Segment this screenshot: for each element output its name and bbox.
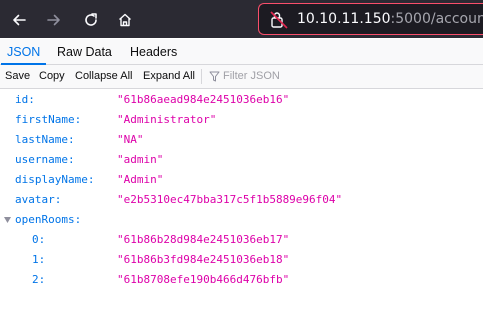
json-key: 0: [32, 233, 46, 246]
json-value: "e2b5310ec47bba317c5f1b5889e96f04" [117, 193, 343, 206]
json-key: 1: [32, 253, 46, 266]
json-row-openrooms-2[interactable]: 2: "61b8708efe190b466d476bfb" [0, 270, 483, 290]
json-key: avatar: [15, 193, 62, 206]
json-key: firstName: [15, 113, 82, 126]
url-host: 10.10.11.150 [297, 11, 391, 27]
json-key: displayName: [15, 173, 95, 186]
insecure-lock-icon [270, 11, 288, 29]
reload-button[interactable] [77, 6, 105, 34]
json-key: id: [15, 93, 35, 106]
url-bar[interactable]: 10.10.11.150:5000/account [258, 3, 483, 35]
collapse-all-button[interactable]: Collapse All [75, 65, 132, 88]
json-row-displayname[interactable]: displayName: "Admin" [0, 170, 483, 190]
json-tree: id: "61b86aead984e2451036eb16" firstName… [0, 89, 483, 318]
json-value: "61b86aead984e2451036eb16" [117, 93, 290, 106]
expand-toggle-icon[interactable] [4, 217, 11, 223]
tab-json[interactable]: JSON [0, 39, 47, 65]
json-key: username: [15, 153, 75, 166]
json-action-bar: Save Copy Collapse All Expand All Filter… [0, 65, 483, 89]
json-row-openrooms-0[interactable]: 0: "61b86b28d984e2451036eb17" [0, 230, 483, 250]
filter-icon [209, 71, 220, 82]
json-row-firstname[interactable]: firstName: "Administrator" [0, 110, 483, 130]
tab-raw-data[interactable]: Raw Data [57, 39, 112, 64]
json-row-username[interactable]: username: "admin" [0, 150, 483, 170]
json-row-id[interactable]: id: "61b86aead984e2451036eb16" [0, 90, 483, 110]
json-value: "61b8708efe190b466d476bfb" [117, 273, 290, 286]
json-key: 2: [32, 273, 46, 286]
back-arrow-icon [13, 14, 26, 26]
json-value: "admin" [117, 153, 164, 166]
json-value: "Admin" [117, 173, 164, 186]
forward-arrow-icon [47, 14, 60, 26]
json-value: "NA" [117, 133, 144, 146]
home-icon [119, 13, 131, 27]
json-value: "61b86b28d984e2451036eb17" [117, 233, 290, 246]
json-value: "61b86b3fd984e2451036eb18" [117, 253, 290, 266]
url-text: 10.10.11.150:5000/account [297, 11, 483, 27]
json-key: openRooms: [15, 213, 82, 226]
browser-toolbar: 10.10.11.150:5000/account [0, 0, 483, 38]
json-row-lastname[interactable]: lastName: "NA" [0, 130, 483, 150]
url-path: :5000/account [390, 11, 483, 27]
json-row-openrooms[interactable]: openRooms: [0, 210, 483, 230]
reload-icon [85, 13, 97, 26]
json-key: lastName: [15, 133, 75, 146]
json-value: "Administrator" [117, 113, 217, 126]
toolbar-divider [201, 69, 202, 84]
json-row-openrooms-1[interactable]: 1: "61b86b3fd984e2451036eb18" [0, 250, 483, 270]
save-button[interactable]: Save [5, 65, 30, 88]
home-button[interactable] [111, 6, 139, 34]
copy-button[interactable]: Copy [39, 65, 65, 88]
expand-all-button[interactable]: Expand All [143, 65, 195, 88]
json-row-avatar[interactable]: avatar: "e2b5310ec47bba317c5f1b5889e96f0… [0, 190, 483, 210]
back-button[interactable] [5, 6, 33, 34]
viewer-tabbar: JSON Raw Data Headers [0, 39, 483, 65]
tab-headers[interactable]: Headers [130, 39, 177, 64]
forward-button[interactable] [40, 6, 68, 34]
filter-json-input[interactable]: Filter JSON [223, 65, 280, 88]
